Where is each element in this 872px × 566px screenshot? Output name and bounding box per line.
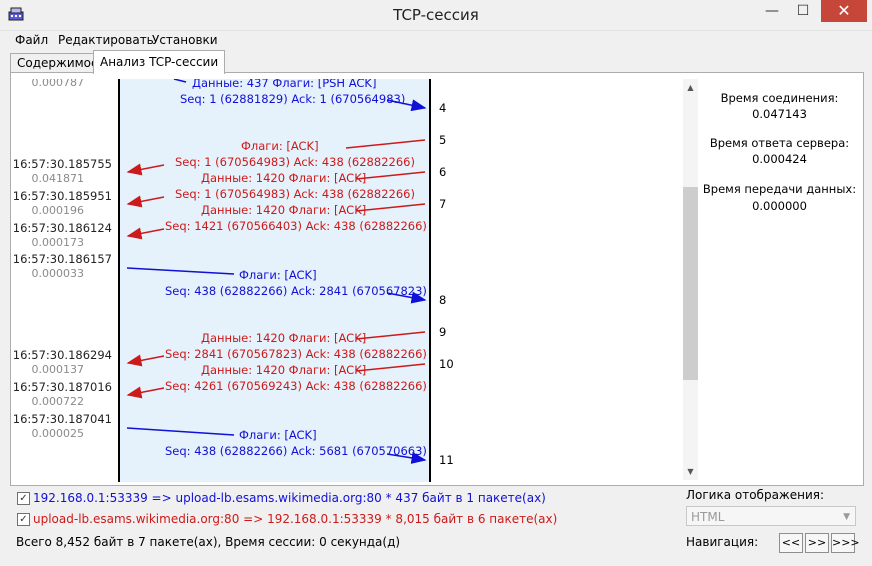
stream-2-checkbox[interactable]: ✓ bbox=[17, 513, 30, 526]
row-delta: 0.000787 bbox=[31, 79, 85, 89]
nav-last-button[interactable]: >>> bbox=[831, 533, 860, 553]
scroll-down-icon[interactable]: ▼ bbox=[683, 464, 698, 479]
close-button[interactable]: ✕ bbox=[821, 0, 867, 22]
navigation-label: Навигация: bbox=[686, 535, 759, 549]
session-summary: Всего 8,452 байт в 7 пакете(ах), Время с… bbox=[16, 535, 401, 549]
message-label: Seq: 1 (670564983) Ack: 438 (62882266) bbox=[175, 187, 415, 201]
packet-number: 10 bbox=[439, 357, 454, 371]
message-label: Seq: 1421 (670566403) Ack: 438 (62882266… bbox=[165, 219, 427, 233]
message-label: Seq: 438 (62882266) Ack: 2841 (670567823… bbox=[165, 284, 427, 298]
stream-1-checkbox[interactable]: ✓ bbox=[17, 492, 30, 505]
row-delta: 0.041871 bbox=[31, 172, 85, 185]
message-label: Флаги: [ACK] bbox=[239, 268, 317, 282]
nav-first-button[interactable]: << bbox=[779, 533, 803, 553]
packet-number: 11 bbox=[439, 453, 454, 467]
packet-number: 4 bbox=[439, 101, 447, 115]
message-label: Флаги: [ACK] bbox=[241, 139, 319, 153]
row-timestamp: 16:57:30.187041 bbox=[12, 412, 112, 426]
display-logic-value: HTML bbox=[691, 510, 725, 524]
message-label: Данные: 437 Флаги: [PSH ACK] bbox=[192, 79, 377, 90]
row-delta: 0.000033 bbox=[31, 267, 85, 280]
row-delta: 0.000025 bbox=[31, 427, 85, 440]
nav-next-button[interactable]: >> bbox=[805, 533, 829, 553]
maximize-button[interactable]: ☐ bbox=[788, 0, 818, 22]
menu-settings[interactable]: Установки bbox=[152, 33, 218, 47]
window-title: TCP-сессия bbox=[393, 6, 479, 24]
message-label: Данные: 1420 Флаги: [ACK] bbox=[201, 331, 367, 345]
row-timestamp: 16:57:30.186294 bbox=[12, 348, 112, 362]
scrollbar-thumb[interactable] bbox=[683, 187, 698, 380]
message-label: Данные: 1420 Флаги: [ACK] bbox=[201, 171, 367, 185]
arrow-line bbox=[173, 79, 187, 83]
message-label: Seq: 1 (62881829) Ack: 1 (670564983) bbox=[180, 92, 406, 106]
row-delta: 0.000137 bbox=[31, 363, 85, 376]
scroll-up-icon[interactable]: ▲ bbox=[683, 80, 698, 95]
stream-2-label: upload-lb.esams.wikimedia.org:80 => 192.… bbox=[33, 512, 558, 526]
row-timestamp: 16:57:30.185755 bbox=[12, 157, 112, 171]
row-delta: 0.000722 bbox=[31, 395, 85, 408]
arrow-line bbox=[126, 354, 165, 367]
data-transfer-value: 0.000000 bbox=[752, 199, 807, 213]
tab-content[interactable]: Содержимое bbox=[10, 53, 106, 73]
row-timestamp: 16:57:30.186124 bbox=[12, 221, 112, 235]
arrow-line bbox=[355, 331, 426, 340]
arrow-line bbox=[345, 139, 426, 149]
connection-time-value: 0.047143 bbox=[752, 107, 807, 121]
menu-file[interactable]: Файл bbox=[15, 33, 48, 47]
packet-number: 9 bbox=[439, 325, 447, 339]
stream-1-label: 192.168.0.1:53339 => upload-lb.esams.wik… bbox=[33, 491, 546, 505]
row-timestamp: 16:57:30.185951 bbox=[12, 189, 112, 203]
message-label: Seq: 2841 (670567823) Ack: 438 (62882266… bbox=[165, 347, 427, 361]
arrow-line bbox=[126, 227, 165, 240]
arrows-layer bbox=[126, 79, 427, 464]
arrow-line bbox=[126, 163, 165, 176]
arrow-line bbox=[126, 386, 165, 399]
tab-tcp-analysis[interactable]: Анализ TCP-сессии bbox=[93, 50, 226, 74]
message-label: Seq: 4261 (670569243) Ack: 438 (62882266… bbox=[165, 379, 427, 393]
minimize-button[interactable]: — bbox=[757, 0, 787, 22]
packet-number: 5 bbox=[439, 133, 447, 147]
row-delta: 0.000173 bbox=[31, 236, 85, 249]
arrow-line bbox=[355, 363, 426, 372]
data-transfer-label: Время передачи данных: bbox=[702, 182, 857, 196]
message-label: Seq: 438 (62882266) Ack: 5681 (670570663… bbox=[165, 444, 427, 458]
sequence-diagram: 0.000787 16:57:30.185755 0.041871 16:57:… bbox=[11, 79, 696, 482]
packet-number: 7 bbox=[439, 197, 447, 211]
arrow-line bbox=[126, 195, 165, 208]
row-delta: 0.000196 bbox=[31, 204, 85, 217]
packet-number: 8 bbox=[439, 293, 447, 307]
message-label: Seq: 1 (670564983) Ack: 438 (62882266) bbox=[175, 155, 415, 169]
row-timestamp: 16:57:30.186157 bbox=[12, 252, 112, 266]
menu-edit[interactable]: Редактировать bbox=[58, 33, 154, 47]
display-logic-label: Логика отображения: bbox=[686, 488, 825, 502]
message-label: Данные: 1420 Флаги: [ACK] bbox=[201, 363, 367, 377]
server-response-label: Время ответа сервера: bbox=[709, 136, 850, 150]
arrow-line bbox=[355, 171, 426, 180]
message-label: Флаги: [ACK] bbox=[239, 428, 317, 442]
display-logic-select[interactable]: HTML ▼ bbox=[686, 506, 856, 526]
packet-number: 6 bbox=[439, 165, 447, 179]
connection-time-label: Время соединения: bbox=[720, 91, 839, 105]
arrow-line bbox=[126, 427, 235, 436]
row-timestamp: 16:57:30.187016 bbox=[12, 380, 112, 394]
arrow-line bbox=[355, 203, 426, 212]
arrow-line bbox=[126, 267, 235, 275]
chevron-down-icon: ▼ bbox=[843, 512, 850, 522]
server-response-value: 0.000424 bbox=[752, 152, 807, 166]
message-label: Данные: 1420 Флаги: [ACK] bbox=[201, 203, 367, 217]
